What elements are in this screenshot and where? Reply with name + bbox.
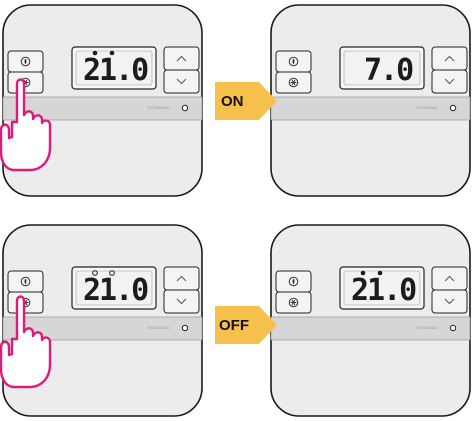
display-value: 7.0 [364,53,413,88]
brand-label: TECHNOMAG [147,106,170,110]
off-arrow: OFF [215,306,277,344]
lcd-display: 7.0 [364,53,415,88]
thermostat-panel-top-left: 21.0 TECHNOMAG [0,4,203,197]
on-label: ON [221,93,244,110]
lcd-display: 21.0 [351,270,418,308]
display-value: 21.0 [83,53,148,88]
off-label: OFF [219,317,249,334]
thermostat-panel-top-right: 7.0 TECHNOMAG [270,4,471,197]
brand-label: TECHNOMAG [147,326,170,330]
display-value: 21.0 [351,273,416,308]
on-arrow: ON [215,82,277,120]
thermostat-panel-bottom-left: 21.0 TECHNOMAG [0,224,203,417]
display-value: 21.0 [83,273,148,308]
brand-label: TECHNOMAG [415,106,438,110]
thermostat-panel-bottom-right: 21.0 TECHNOMAG [270,224,471,417]
thermostat-diagram: 21.0 TECHNOMAG 7.0 TECHNOMAG ON 21.0 TEC… [0,4,471,417]
brand-label: TECHNOMAG [415,326,438,330]
lcd-display: 21.0 [83,50,150,88]
lcd-display: 21.0 [83,270,150,308]
